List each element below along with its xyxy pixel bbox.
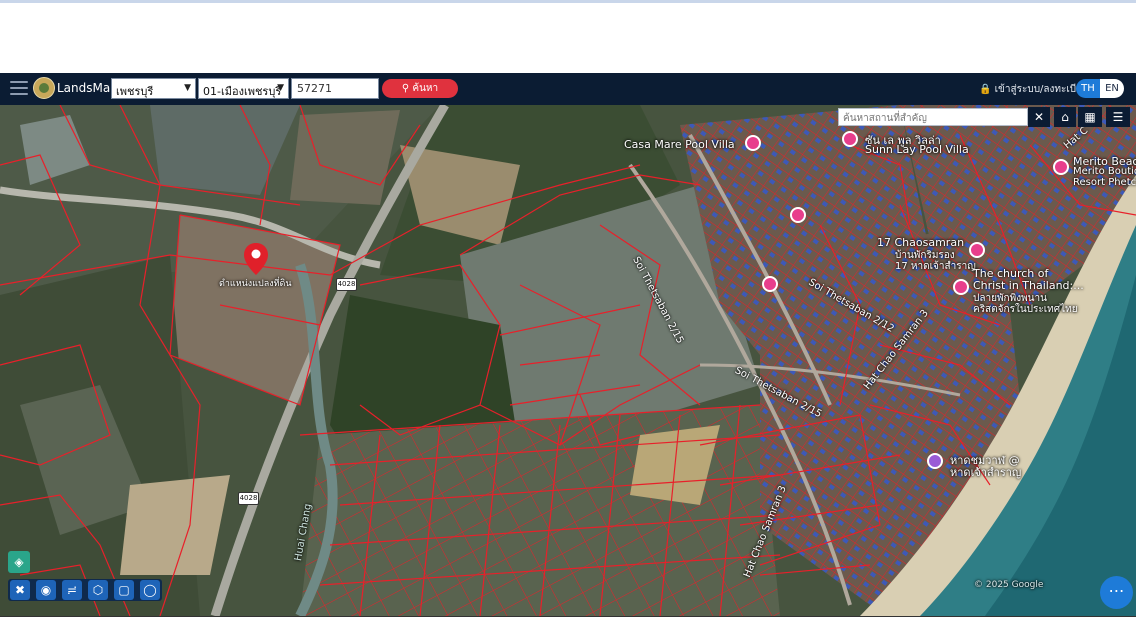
search-button[interactable]: ⚲ ค้นหา xyxy=(382,79,458,98)
chevron-down-icon: ▼ xyxy=(277,83,284,93)
poi-label-hat-chao-samran: หาดเจ้าสำราญ xyxy=(950,466,1022,479)
lock-icon: 🔒 xyxy=(979,84,992,95)
hotel-marker-icon[interactable] xyxy=(1053,159,1069,175)
login-link[interactable]: 🔒 เข้าสู่ระบบ/ลงทะเบียน xyxy=(979,82,1089,97)
search-button-label: ค้นหา xyxy=(412,83,439,94)
poi-label-church-th-2: คริสตจักรในประเทศไทย xyxy=(973,304,1078,315)
province-value: เพชรบุรี xyxy=(116,85,154,98)
poi-label-17-hat: 17 หาดเจ้าสำราญ xyxy=(895,261,976,272)
poi-label-sunn-lay: Sunn Lay Pool Villa xyxy=(865,143,969,156)
poi-label-merito-resort: Resort Phetch xyxy=(1073,177,1136,188)
route-shield-4028-south: 4028 xyxy=(238,492,259,505)
location-pin-icon[interactable] xyxy=(244,243,268,275)
search-icon: ⚲ xyxy=(401,83,410,94)
more-icon[interactable]: ⋯ xyxy=(1100,576,1133,609)
hotel-marker-icon[interactable] xyxy=(790,207,806,223)
poi-label-casa-mare: Casa Mare Pool Villa xyxy=(624,138,735,151)
parcel-number-input[interactable]: 57271 xyxy=(291,78,379,99)
camera-marker-icon[interactable] xyxy=(927,453,943,469)
layers-icon[interactable]: ☰ xyxy=(1106,107,1130,127)
navbar: LandsMaps เพชรบุรี ▼ 01-เมืองเพชรบุรี ▼ … xyxy=(0,73,1136,105)
polyline-tool-icon[interactable]: ≓ xyxy=(62,580,82,600)
map-imagery xyxy=(0,105,1136,616)
satellite-map[interactable]: Casa Mare Pool Villa ซัน เล พูล วิลล่า S… xyxy=(0,105,1136,616)
locate-tool-icon[interactable]: ◈ xyxy=(8,551,30,573)
poi-label-merito-boutique: Merito Boutique xyxy=(1073,166,1136,177)
lang-th-button[interactable]: TH xyxy=(1076,79,1100,98)
circle-tool-icon[interactable]: ◯ xyxy=(140,580,160,600)
measure-tool-icon[interactable]: ✖ xyxy=(10,580,30,600)
parcel-marker-label: ตำแหน่งแปลงที่ดิน xyxy=(219,279,292,289)
church-marker-icon[interactable] xyxy=(953,279,969,295)
hotel-marker-icon[interactable] xyxy=(842,131,858,147)
pin-tool-icon[interactable]: ◉ xyxy=(36,580,56,600)
hotel-marker-icon[interactable] xyxy=(762,276,778,292)
chevron-down-icon: ▼ xyxy=(184,83,191,93)
grid-icon[interactable]: ▦ xyxy=(1078,107,1102,127)
rectangle-tool-icon[interactable]: ▢ xyxy=(114,580,134,600)
hotel-marker-icon[interactable] xyxy=(745,135,761,151)
drawing-toolbar xyxy=(8,579,162,601)
menu-icon[interactable] xyxy=(10,81,28,97)
bottom-bar xyxy=(0,616,1136,641)
close-icon[interactable]: ✕ xyxy=(1028,107,1050,127)
polygon-tool-icon[interactable]: ⬡ xyxy=(88,580,108,600)
hotel-marker-icon[interactable] xyxy=(969,242,985,258)
route-shield-4028: 4028 xyxy=(336,278,357,291)
home-icon[interactable]: ⌂ xyxy=(1054,107,1076,127)
district-select[interactable]: 01-เมืองเพชรบุรี ▼ xyxy=(198,78,289,99)
province-select[interactable]: เพชรบุรี ▼ xyxy=(111,78,196,99)
map-copyright: © 2025 Google xyxy=(974,580,1044,590)
landsmaps-logo xyxy=(33,77,55,99)
district-value: 01-เมืองเพชรบุรี xyxy=(203,85,282,98)
login-label: เข้าสู่ระบบ/ลงทะเบียน xyxy=(994,84,1089,95)
place-search-input[interactable]: ค้นหาสถานที่สำคัญ xyxy=(838,108,1028,126)
lang-en-button[interactable]: EN xyxy=(1100,79,1124,98)
browser-top-strip xyxy=(0,0,1136,3)
